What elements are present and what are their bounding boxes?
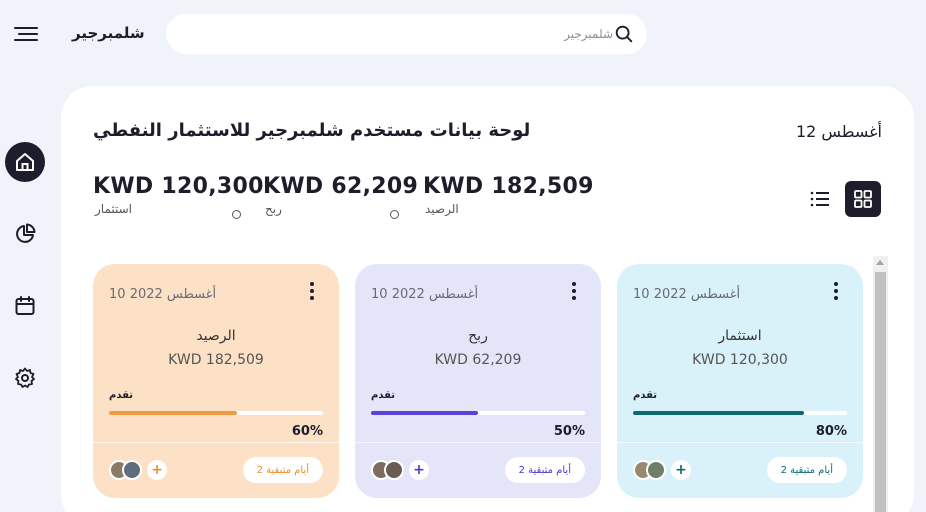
- progress-label: تقدم: [371, 390, 396, 401]
- progress-fill: [371, 411, 478, 415]
- card-title: الرصيد: [196, 328, 236, 344]
- search-icon[interactable]: [613, 23, 635, 45]
- progress-percent: 80%: [815, 424, 847, 439]
- scroll-up-arrow-icon[interactable]: [876, 260, 884, 265]
- progress-label: تقدم: [633, 390, 658, 401]
- stat-value: KWD 62,209: [263, 174, 419, 199]
- sidebar-item-settings[interactable]: [5, 358, 45, 398]
- card-divider: [355, 442, 601, 443]
- grid-view-button[interactable]: [845, 181, 881, 217]
- card-amount: KWD 62,209: [434, 352, 522, 368]
- list-icon: [810, 191, 829, 207]
- avatar: [122, 460, 142, 480]
- stat-label: ربح: [265, 202, 282, 216]
- progress-bar: [109, 411, 323, 415]
- card-amount: KWD 120,300: [692, 352, 788, 368]
- sidebar-item-analytics[interactable]: [5, 214, 45, 254]
- progress-label: تقدم: [109, 390, 134, 401]
- add-member-button[interactable]: +: [671, 460, 691, 480]
- stats-summary: KWD 120,300 استثمار KWD 62,209 ربح KWD 1…: [93, 174, 594, 216]
- page-title: لوحة بيانات مستخدم شلمبرجير للاستثمار ال…: [93, 120, 531, 141]
- card-date: أغسطس 2022 10: [633, 287, 741, 302]
- days-left-badge: أيام متبقية 2: [504, 457, 585, 483]
- more-options-icon[interactable]: [307, 282, 317, 304]
- project-card-balance[interactable]: أغسطس 2022 10 الرصيد KWD 182,509 تقدم 60…: [93, 264, 339, 498]
- stat-profit: KWD 62,209 ربح: [263, 174, 423, 216]
- progress-fill: [109, 411, 238, 415]
- calendar-icon: [15, 296, 35, 315]
- more-options-icon[interactable]: [831, 282, 841, 304]
- progress-fill: [633, 411, 805, 415]
- stat-value: KWD 182,509: [423, 174, 594, 199]
- progress-bar: [633, 411, 847, 415]
- search-bar: [166, 14, 647, 54]
- current-date: أغسطس 12: [795, 122, 882, 141]
- card-title: استثمار: [718, 328, 762, 344]
- search-input[interactable]: [186, 27, 613, 41]
- card-date: أغسطس 2022 10: [371, 287, 479, 302]
- avatar-group: [633, 460, 667, 480]
- add-member-button[interactable]: +: [147, 460, 167, 480]
- stat-balance: KWD 182,509 الرصيد: [423, 174, 594, 216]
- avatar: [384, 460, 404, 480]
- scrollbar[interactable]: [873, 256, 888, 512]
- project-card-profit[interactable]: أغسطس 2022 10 ربح KWD 62,209 تقدم 50% + …: [355, 264, 601, 498]
- sidebar-item-calendar[interactable]: [5, 286, 45, 326]
- progress-bar: [371, 411, 585, 415]
- menu-icon[interactable]: [12, 22, 40, 46]
- more-options-icon[interactable]: [569, 282, 579, 304]
- card-amount: KWD 182,509: [168, 352, 264, 368]
- progress-percent: 60%: [291, 424, 323, 439]
- progress-percent: 50%: [553, 424, 585, 439]
- stat-value: KWD 120,300: [93, 174, 264, 199]
- app-title: شلمبرجير: [72, 24, 145, 42]
- stat-label: الرصيد: [425, 202, 459, 216]
- pie-chart-icon: [16, 223, 36, 243]
- days-left-badge: أيام متبقية 2: [242, 457, 323, 483]
- avatar-group: [371, 460, 405, 480]
- list-view-button[interactable]: [803, 182, 837, 216]
- gear-icon: [15, 367, 35, 388]
- sidebar-item-home[interactable]: [5, 142, 45, 182]
- stat-dot: [390, 210, 399, 219]
- add-member-button[interactable]: +: [409, 460, 429, 480]
- home-icon: [16, 153, 34, 171]
- grid-icon: [854, 190, 872, 208]
- project-card-investment[interactable]: أغسطس 2022 10 استثمار KWD 120,300 تقدم 8…: [617, 264, 863, 498]
- days-left-badge: أيام متبقية 2: [766, 457, 847, 483]
- scroll-thumb[interactable]: [875, 272, 886, 512]
- avatar: [646, 460, 666, 480]
- avatar-group: [109, 460, 143, 480]
- dashboard-panel: لوحة بيانات مستخدم شلمبرجير للاستثمار ال…: [61, 86, 914, 512]
- card-divider: [617, 442, 863, 443]
- card-title: ربح: [468, 328, 488, 344]
- stat-dot: [232, 210, 241, 219]
- card-divider: [93, 442, 339, 443]
- card-date: أغسطس 2022 10: [109, 287, 217, 302]
